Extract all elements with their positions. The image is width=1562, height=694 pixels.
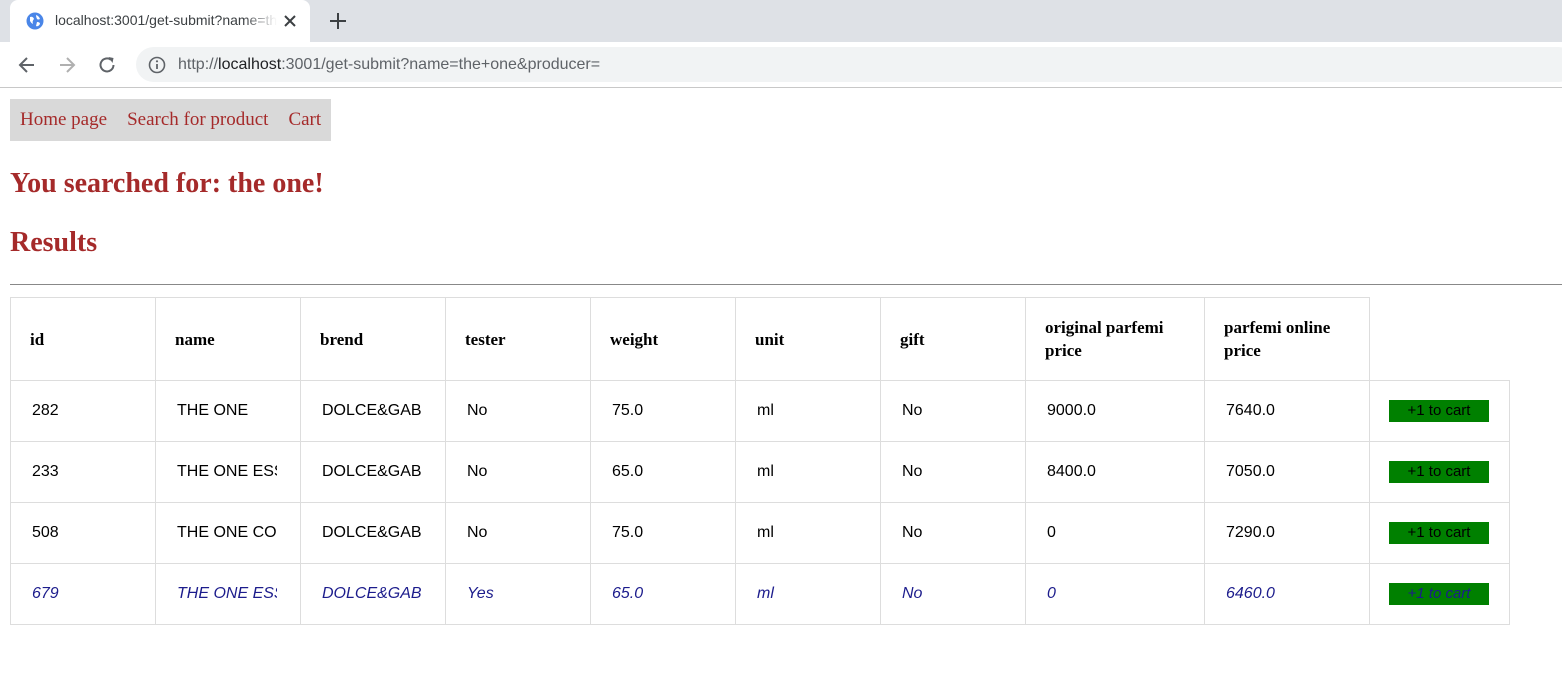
close-icon[interactable] (280, 11, 300, 31)
info-icon[interactable] (148, 56, 166, 74)
cell-brend: DOLCE&GABBANA (300, 380, 446, 442)
header-name: name (155, 297, 301, 381)
cell-id: 233 (10, 441, 156, 503)
cell-online-price: 7640.0 (1204, 380, 1370, 442)
back-arrow-icon[interactable] (16, 54, 38, 76)
menu-cart-link[interactable]: Cart (288, 109, 321, 131)
browser-tab[interactable]: localhost:3001/get-submit?name=the+one&p… (10, 0, 310, 42)
add-to-cart-button[interactable]: +1 to cart (1389, 522, 1489, 544)
header-empty (1370, 298, 1510, 381)
table-row: 233 THE ONE ESSENCE DOLCE&GABBANA No 65.… (10, 441, 1510, 503)
header-original-price: original parfemi price (1025, 297, 1205, 381)
cell-online-price: 6460.0 (1204, 563, 1370, 625)
cell-action: +1 to cart (1369, 563, 1510, 625)
cell-gift: No (880, 441, 1026, 503)
cell-tester: No (445, 502, 591, 564)
header-brend: brend (300, 297, 446, 381)
cell-tester: Yes (445, 563, 591, 625)
cell-action: +1 to cart (1369, 380, 1510, 442)
cell-unit: ml (735, 441, 881, 503)
reload-icon[interactable] (96, 54, 118, 76)
cell-brend: DOLCE&GABBANA (300, 441, 446, 503)
url-text[interactable]: http://localhost:3001/get-submit?name=th… (178, 56, 600, 74)
cell-unit: ml (735, 563, 881, 625)
cell-online-price: 7290.0 (1204, 502, 1370, 564)
add-to-cart-button[interactable]: +1 to cart (1389, 583, 1489, 605)
header-tester: tester (445, 297, 591, 381)
cell-gift: No (880, 502, 1026, 564)
url-prefix: http:// (178, 56, 219, 73)
cell-weight: 75.0 (590, 502, 736, 564)
cell-name: THE ONE (155, 380, 301, 442)
cell-weight: 65.0 (590, 563, 736, 625)
header-unit: unit (735, 297, 881, 381)
cell-id: 679 (10, 563, 156, 625)
header-weight: weight (590, 297, 736, 381)
cell-gift: No (880, 380, 1026, 442)
forward-arrow-icon[interactable] (56, 54, 78, 76)
add-to-cart-button[interactable]: +1 to cart (1389, 461, 1489, 483)
new-tab-icon[interactable] (327, 10, 349, 32)
table-header-row: id name brend tester weight unit gift or… (10, 297, 1510, 381)
cell-gift: No (880, 563, 1026, 625)
header-gift: gift (880, 297, 1026, 381)
url-rest: :3001/get-submit?name=the+one&producer= (281, 56, 601, 73)
cell-unit: ml (735, 502, 881, 564)
table-row: 508 THE ONE COLLECTOR DOLCE&GABBANA No 7… (10, 502, 1510, 564)
cell-id: 282 (10, 380, 156, 442)
browser-toolbar: http://localhost:3001/get-submit?name=th… (0, 42, 1562, 88)
table-row: 679 THE ONE ESSENCE DOLCE&GABBANA Yes 65… (10, 563, 1510, 625)
header-online-price: parfemi online price (1204, 297, 1370, 381)
cell-brend: DOLCE&GABBANA (300, 502, 446, 564)
cell-online-price: 7050.0 (1204, 441, 1370, 503)
tab-title: localhost:3001/get-submit?name=the+one&p… (55, 12, 277, 28)
url-host: localhost (218, 56, 282, 73)
table-row: 282 THE ONE DOLCE&GABBANA No 75.0 ml No … (10, 380, 1510, 442)
address-bar[interactable]: http://localhost:3001/get-submit?name=th… (136, 47, 1562, 82)
cell-name: THE ONE ESSENCE (155, 441, 301, 503)
header-id: id (10, 297, 156, 381)
cell-original-price: 0 (1025, 502, 1205, 564)
divider (10, 284, 1562, 285)
results-heading: Results (10, 227, 98, 258)
cell-action: +1 to cart (1369, 441, 1510, 503)
cell-tester: No (445, 441, 591, 503)
search-title: You searched for: the one! (10, 168, 324, 199)
menu-search-link[interactable]: Search for product (127, 109, 268, 131)
cell-unit: ml (735, 380, 881, 442)
cell-weight: 75.0 (590, 380, 736, 442)
cell-name: THE ONE ESSENCE (155, 563, 301, 625)
browser-tab-bar: localhost:3001/get-submit?name=the+one&p… (0, 0, 1562, 42)
cell-original-price: 0 (1025, 563, 1205, 625)
cell-original-price: 9000.0 (1025, 380, 1205, 442)
page-content: Home page Search for product Cart You se… (0, 88, 1562, 694)
cell-brend: DOLCE&GABBANA (300, 563, 446, 625)
cell-tester: No (445, 380, 591, 442)
cell-id: 508 (10, 502, 156, 564)
results-table: id name brend tester weight unit gift or… (10, 297, 1510, 625)
cell-weight: 65.0 (590, 441, 736, 503)
top-menu: Home page Search for product Cart (10, 99, 332, 141)
menu-home-link[interactable]: Home page (20, 109, 107, 131)
cell-original-price: 8400.0 (1025, 441, 1205, 503)
cell-action: +1 to cart (1369, 502, 1510, 564)
cell-name: THE ONE COLLECTOR (155, 502, 301, 564)
add-to-cart-button[interactable]: +1 to cart (1389, 400, 1489, 422)
globe-icon (26, 12, 44, 30)
